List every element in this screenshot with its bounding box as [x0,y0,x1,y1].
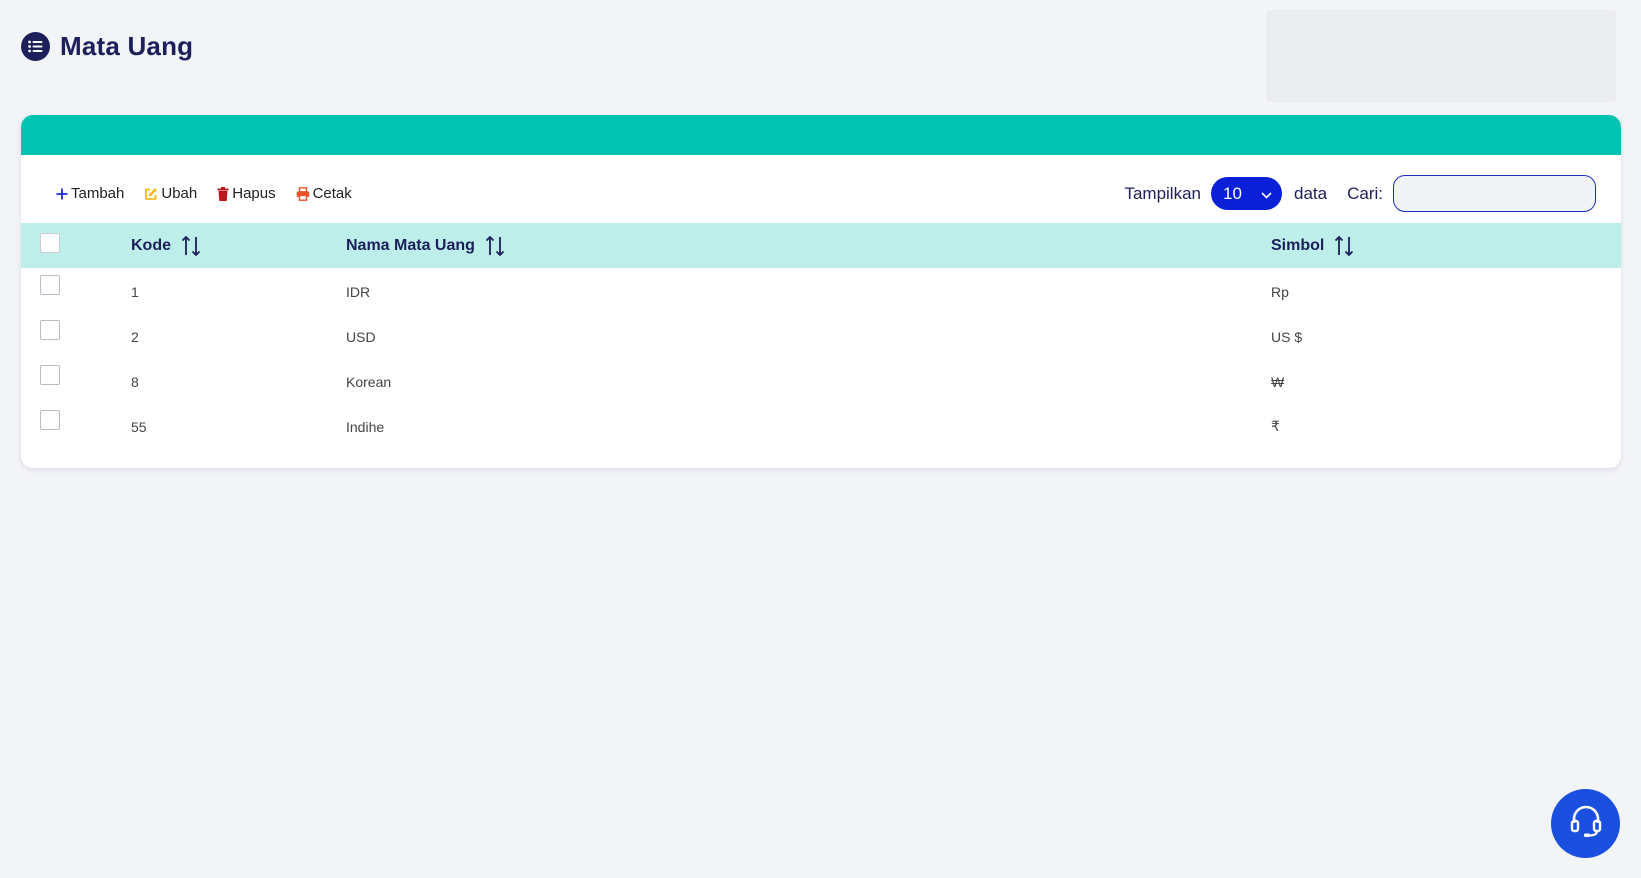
add-button-label: Tambah [71,185,125,202]
column-kode[interactable]: Kode [131,223,346,268]
toolbar: Tambah Ubah Hapus Cetak Tampilkan 10 dat… [21,155,1621,223]
list-icon [21,32,50,61]
table-header-row: Kode Nama Mata Uang Simbol [21,223,1621,268]
table-header: Kode Nama Mata Uang Simbol [21,223,1621,268]
cell-kode: 55 [131,418,147,435]
trash-icon [217,186,229,201]
edit-button-label: Ubah [161,185,198,202]
table-card: Tambah Ubah Hapus Cetak Tampilkan 10 dat… [21,115,1621,468]
cell-kode: 8 [131,373,139,390]
row-select-cell [21,268,131,313]
delete-button[interactable]: Hapus [217,185,276,202]
header-placeholder [1266,10,1616,102]
sort-icon[interactable] [485,235,505,257]
sort-icon[interactable] [181,235,201,257]
cell-simbol: Rp [1271,283,1289,300]
cell-simbol: ₩ [1271,373,1285,390]
table-body: 1 IDR Rp 2 USD US $ 8 Korean ₩ 55 Indihe… [21,268,1621,448]
data-label: data [1294,183,1328,203]
delete-button-label: Hapus [232,185,276,202]
edit-icon [144,187,158,201]
page-title: Mata Uang [60,31,194,61]
table-row[interactable]: 2 USD US $ [21,313,1621,358]
sort-icon[interactable] [1334,235,1354,257]
search-input[interactable] [1393,175,1596,212]
page-header: Mata Uang [21,31,193,62]
plus-icon [56,188,68,200]
select-all-checkbox[interactable] [40,233,60,253]
print-button-label: Cetak [312,185,352,202]
headset-icon [1569,804,1603,843]
chevron-down-icon [1261,184,1272,204]
row-select-cell [21,358,131,403]
cell-nama: IDR [346,283,371,300]
column-simbol-label: Simbol [1271,236,1325,254]
row-select-cell [21,403,131,448]
page-size-select[interactable]: 10 [1211,177,1282,210]
print-button[interactable]: Cetak [296,185,352,202]
table-controls: Tampilkan 10 data Cari: [1124,175,1596,212]
cell-kode: 2 [131,328,139,345]
row-checkbox[interactable] [40,275,60,295]
row-checkbox[interactable] [40,410,60,430]
table-row[interactable]: 55 Indihe ₹ [21,403,1621,448]
cell-nama: Korean [346,373,392,390]
row-checkbox[interactable] [40,320,60,340]
card-top-bar [21,115,1621,155]
cell-simbol: ₹ [1271,418,1280,434]
table-row[interactable]: 1 IDR Rp [21,268,1621,313]
column-simbol[interactable]: Simbol [1271,223,1621,268]
cell-nama: Indihe [346,418,385,435]
row-checkbox[interactable] [40,365,60,385]
print-icon [296,186,310,201]
support-button[interactable] [1551,789,1620,858]
search-label: Cari: [1347,183,1383,203]
column-nama-label: Nama Mata Uang [346,236,475,254]
row-select-cell [21,313,131,358]
table-row[interactable]: 8 Korean ₩ [21,358,1621,403]
select-all-cell [21,223,131,268]
cell-kode: 1 [131,283,139,300]
cell-simbol: US $ [1271,328,1303,345]
page-size-value: 10 [1223,183,1242,203]
cell-nama: USD [346,328,376,345]
currency-table: Kode Nama Mata Uang Simbol 1 IDR Rp 2 US… [21,223,1621,448]
add-button[interactable]: Tambah [56,185,124,202]
show-label: Tampilkan [1124,183,1201,203]
column-kode-label: Kode [131,236,171,254]
page: Mata Uang Tambah Ubah Hapus Cetak Tampil… [0,0,1641,878]
action-group: Tambah Ubah Hapus Cetak [56,185,372,202]
edit-button[interactable]: Ubah [144,185,197,202]
column-nama[interactable]: Nama Mata Uang [346,223,1271,268]
